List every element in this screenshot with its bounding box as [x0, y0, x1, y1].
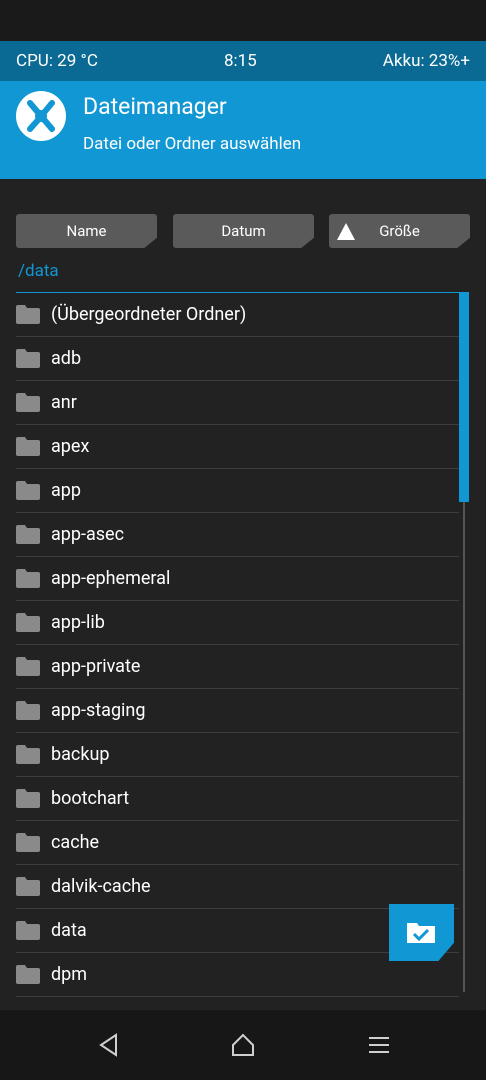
- folder-icon: [16, 613, 40, 632]
- folder-icon: [16, 525, 40, 544]
- list-item[interactable]: adb: [16, 337, 459, 381]
- menu-icon[interactable]: [366, 1032, 392, 1058]
- sort-by-size-button[interactable]: Größe: [329, 214, 470, 248]
- sort-by-date-label: Datum: [221, 222, 266, 240]
- file-name: app-staging: [51, 700, 146, 721]
- file-name: backup: [51, 744, 110, 765]
- back-icon[interactable]: [96, 1032, 122, 1058]
- folder-icon: [16, 305, 40, 324]
- navigation-bar: [0, 1010, 486, 1080]
- twrp-logo-icon: [16, 91, 66, 141]
- list-item[interactable]: cache: [16, 821, 459, 865]
- folder-icon: [16, 481, 40, 500]
- list-item[interactable]: backup: [16, 733, 459, 777]
- folder-icon: [16, 789, 40, 808]
- select-folder-button[interactable]: [389, 904, 454, 961]
- file-name: adb: [51, 348, 82, 369]
- folder-icon: [16, 921, 40, 940]
- sort-by-name-button[interactable]: Name: [16, 214, 157, 248]
- folder-icon: [16, 437, 40, 456]
- file-name: data: [51, 920, 87, 941]
- file-list: (Übergeordneter Ordner) adb anr apex app app-…: [16, 292, 459, 997]
- list-item[interactable]: app-private: [16, 645, 459, 689]
- sort-ascending-icon: [337, 223, 355, 240]
- file-name: app-asec: [51, 524, 125, 545]
- sort-by-name-label: Name: [66, 222, 107, 240]
- folder-icon: [16, 965, 40, 984]
- folder-icon: [16, 657, 40, 676]
- list-item[interactable]: app-staging: [16, 689, 459, 733]
- list-item[interactable]: app-lib: [16, 601, 459, 645]
- folder-icon: [16, 393, 40, 412]
- list-item[interactable]: apex: [16, 425, 459, 469]
- folder-icon: [16, 833, 40, 852]
- clock: 8:15: [223, 51, 257, 71]
- home-icon[interactable]: [230, 1032, 256, 1058]
- file-name: cache: [51, 832, 100, 853]
- folder-icon: [16, 349, 40, 368]
- sort-bar: Name Datum Größe: [16, 214, 470, 248]
- file-name: (Übergeordneter Ordner): [51, 304, 247, 325]
- folder-icon: [16, 569, 40, 588]
- file-name: app-lib: [51, 612, 105, 633]
- page-subtitle: Datei oder Ordner auswählen: [83, 134, 302, 154]
- folder-icon: [16, 701, 40, 720]
- file-name: dalvik-cache: [51, 876, 151, 897]
- file-name: anr: [51, 392, 77, 413]
- file-name: app-ephemeral: [51, 568, 171, 589]
- folder-icon: [16, 877, 40, 896]
- list-item[interactable]: app-ephemeral: [16, 557, 459, 601]
- list-item[interactable]: (Übergeordneter Ordner): [16, 293, 459, 337]
- sort-by-size-label: Größe: [379, 222, 420, 240]
- current-path: /data: [18, 261, 59, 281]
- folder-check-icon: [407, 923, 435, 943]
- list-item[interactable]: anr: [16, 381, 459, 425]
- file-name: apex: [51, 436, 90, 457]
- status-bar: CPU: 29 °C 8:15 Akku: 23%+: [0, 41, 486, 81]
- battery-level: Akku: 23%+: [382, 51, 470, 71]
- file-name: bootchart: [51, 788, 130, 809]
- page-title: Dateimanager: [83, 93, 227, 120]
- file-name: dpm: [51, 964, 88, 985]
- file-name: app: [51, 480, 82, 501]
- folder-icon: [16, 745, 40, 764]
- sort-by-date-button[interactable]: Datum: [173, 214, 314, 248]
- cpu-temperature: CPU: 29 °C: [16, 51, 98, 71]
- title-bar: Dateimanager Datei oder Ordner auswählen: [0, 81, 486, 179]
- file-name: app-private: [51, 656, 141, 677]
- scrollbar-thumb[interactable]: [459, 292, 469, 502]
- list-item[interactable]: app: [16, 469, 459, 513]
- list-item[interactable]: bootchart: [16, 777, 459, 821]
- list-item[interactable]: dalvik-cache: [16, 865, 459, 909]
- list-item[interactable]: app-asec: [16, 513, 459, 557]
- system-top-area: [0, 0, 486, 41]
